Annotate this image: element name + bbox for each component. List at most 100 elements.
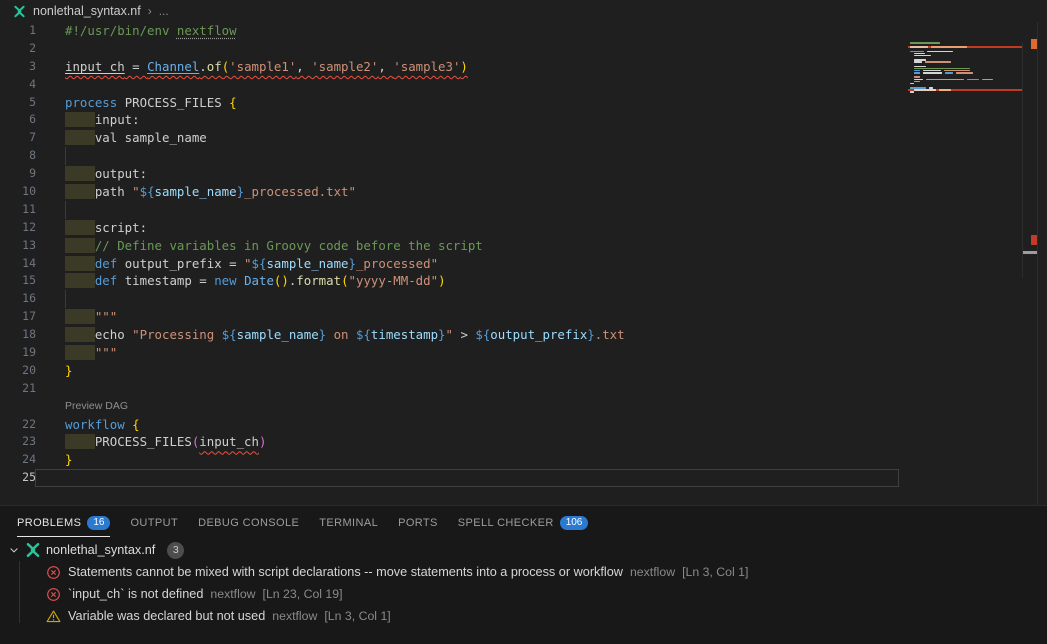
code-line[interactable]: 1#!/usr/bin/env nextflow (0, 22, 900, 40)
code-line-text[interactable] (36, 40, 65, 58)
codelens-preview-dag[interactable]: Preview DAG (36, 398, 128, 416)
code-line[interactable]: 9 output: (0, 165, 900, 183)
code-line-text[interactable]: // Define variables in Groovy code befor… (36, 237, 483, 255)
line-number[interactable]: 8 (0, 147, 36, 165)
code-line-text[interactable]: """ (36, 308, 117, 326)
code-line-text[interactable]: def timestamp = new Date().format("yyyy-… (36, 272, 446, 290)
code-line[interactable]: 5process PROCESS_FILES { (0, 94, 900, 112)
code-line-text[interactable]: } (36, 362, 72, 380)
code-line-text[interactable] (36, 469, 65, 487)
codelens-row[interactable]: Preview DAG (0, 398, 900, 416)
chevron-down-icon[interactable] (8, 544, 20, 556)
code-line-text[interactable]: val sample_name (36, 129, 207, 147)
line-number[interactable]: 20 (0, 362, 36, 380)
line-number[interactable]: 10 (0, 183, 36, 201)
code-line[interactable]: 19 """ (0, 344, 900, 362)
code-line-text[interactable]: PROCESS_FILES(input_ch) (36, 433, 266, 451)
code-line-text[interactable]: script: (36, 219, 147, 237)
line-number[interactable]: 13 (0, 237, 36, 255)
code-area[interactable]: 1#!/usr/bin/env nextflow23input_ch = Cha… (0, 22, 900, 487)
minimap-code-bar (939, 89, 951, 91)
code-line-text[interactable]: input: (36, 111, 140, 129)
code-line[interactable]: 11 (0, 201, 900, 219)
code-line[interactable]: 6 input: (0, 111, 900, 129)
code-line[interactable]: 20} (0, 362, 900, 380)
line-number[interactable]: 3 (0, 58, 36, 76)
problems-file-group[interactable]: nonlethal_syntax.nf 3 (0, 539, 1047, 561)
line-number[interactable]: 24 (0, 451, 36, 469)
code-token (65, 273, 95, 288)
problem-row[interactable]: Variable was declared but not usednextfl… (0, 605, 1047, 627)
code-line-text[interactable]: process PROCESS_FILES { (36, 94, 237, 112)
code-line[interactable]: 15 def timestamp = new Date().format("yy… (0, 272, 900, 290)
code-line-text[interactable]: input_ch = Channel.of('sample1', 'sample… (36, 58, 468, 76)
line-number[interactable] (0, 398, 36, 416)
panel-tab-debug-console[interactable]: DEBUG CONSOLE (198, 506, 299, 539)
code-line[interactable]: 17 """ (0, 308, 900, 326)
code-line[interactable]: 4 (0, 76, 900, 94)
code-line[interactable]: 14 def output_prefix = "${sample_name}_p… (0, 255, 900, 273)
nextflow-file-icon (25, 542, 41, 558)
code-line[interactable]: 18 echo "Processing ${sample_name} on ${… (0, 326, 900, 344)
line-number[interactable]: 22 (0, 416, 36, 434)
code-line-text[interactable]: #!/usr/bin/env nextflow (36, 22, 237, 40)
code-line-text[interactable] (36, 380, 65, 398)
line-number[interactable]: 11 (0, 201, 36, 219)
line-number[interactable]: 18 (0, 326, 36, 344)
problem-row[interactable]: `input_ch` is not definednextflow[Ln 23,… (0, 583, 1047, 605)
minimap-code-bar (931, 46, 967, 48)
panel-tab-output[interactable]: OUTPUT (130, 506, 178, 539)
code-line-text[interactable] (36, 201, 66, 219)
code-line-text[interactable]: echo "Processing ${sample_name} on ${tim… (36, 326, 625, 344)
code-line[interactable]: 16 (0, 290, 900, 308)
code-line-text[interactable]: path "${sample_name}_processed.txt" (36, 183, 356, 201)
line-number[interactable]: 16 (0, 290, 36, 308)
code-line[interactable]: 2 (0, 40, 900, 58)
line-number[interactable]: 9 (0, 165, 36, 183)
code-line-text[interactable] (36, 290, 66, 308)
problem-message: Variable was declared but not used (68, 609, 265, 623)
line-number[interactable]: 2 (0, 40, 36, 58)
code-line-text[interactable] (36, 147, 66, 165)
panel-tab-problems[interactable]: PROBLEMS16 (17, 506, 110, 539)
line-number[interactable]: 1 (0, 22, 36, 40)
line-number[interactable]: 4 (0, 76, 36, 94)
line-number[interactable]: 25 (0, 469, 36, 487)
code-line[interactable]: 10 path "${sample_name}_processed.txt" (0, 183, 900, 201)
code-line[interactable]: 3input_ch = Channel.of('sample1', 'sampl… (0, 58, 900, 76)
line-number[interactable]: 19 (0, 344, 36, 362)
line-number[interactable]: 14 (0, 255, 36, 273)
line-number[interactable]: 23 (0, 433, 36, 451)
code-line[interactable]: 8 (0, 147, 900, 165)
code-line-text[interactable]: } (36, 451, 72, 469)
code-line[interactable]: 24} (0, 451, 900, 469)
code-line[interactable]: 7 val sample_name (0, 129, 900, 147)
panel-tab-spell-checker[interactable]: SPELL CHECKER106 (458, 506, 589, 539)
line-number[interactable]: 15 (0, 272, 36, 290)
code-token: Channel (147, 59, 199, 74)
line-number[interactable]: 5 (0, 94, 36, 112)
code-line-text[interactable]: workflow { (36, 416, 140, 434)
code-line[interactable]: 25 (0, 469, 900, 487)
code-line-text[interactable]: def output_prefix = "${sample_name}_proc… (36, 255, 438, 273)
panel-tab-terminal[interactable]: TERMINAL (319, 506, 378, 539)
line-number[interactable]: 7 (0, 129, 36, 147)
line-number[interactable]: 17 (0, 308, 36, 326)
line-number[interactable]: 12 (0, 219, 36, 237)
code-line-text[interactable]: output: (36, 165, 147, 183)
code-line[interactable]: 22workflow { (0, 416, 900, 434)
code-line-text[interactable]: """ (36, 344, 117, 362)
code-line[interactable]: 21 (0, 380, 900, 398)
panel-tab-ports[interactable]: PORTS (398, 506, 438, 539)
breadcrumb-ellipsis[interactable]: ... (159, 4, 169, 18)
breadcrumb-filename[interactable]: nonlethal_syntax.nf (33, 4, 141, 18)
code-line-text[interactable] (36, 76, 65, 94)
line-number[interactable]: 6 (0, 111, 36, 129)
code-line[interactable]: 12 script: (0, 219, 900, 237)
code-line[interactable]: 13 // Define variables in Groovy code be… (0, 237, 900, 255)
problem-row[interactable]: Statements cannot be mixed with script d… (0, 561, 1047, 583)
code-line[interactable]: 23 PROCESS_FILES(input_ch) (0, 433, 900, 451)
code-editor[interactable]: 1#!/usr/bin/env nextflow23input_ch = Cha… (0, 22, 1047, 505)
minimap[interactable] (908, 42, 1022, 100)
line-number[interactable]: 21 (0, 380, 36, 398)
